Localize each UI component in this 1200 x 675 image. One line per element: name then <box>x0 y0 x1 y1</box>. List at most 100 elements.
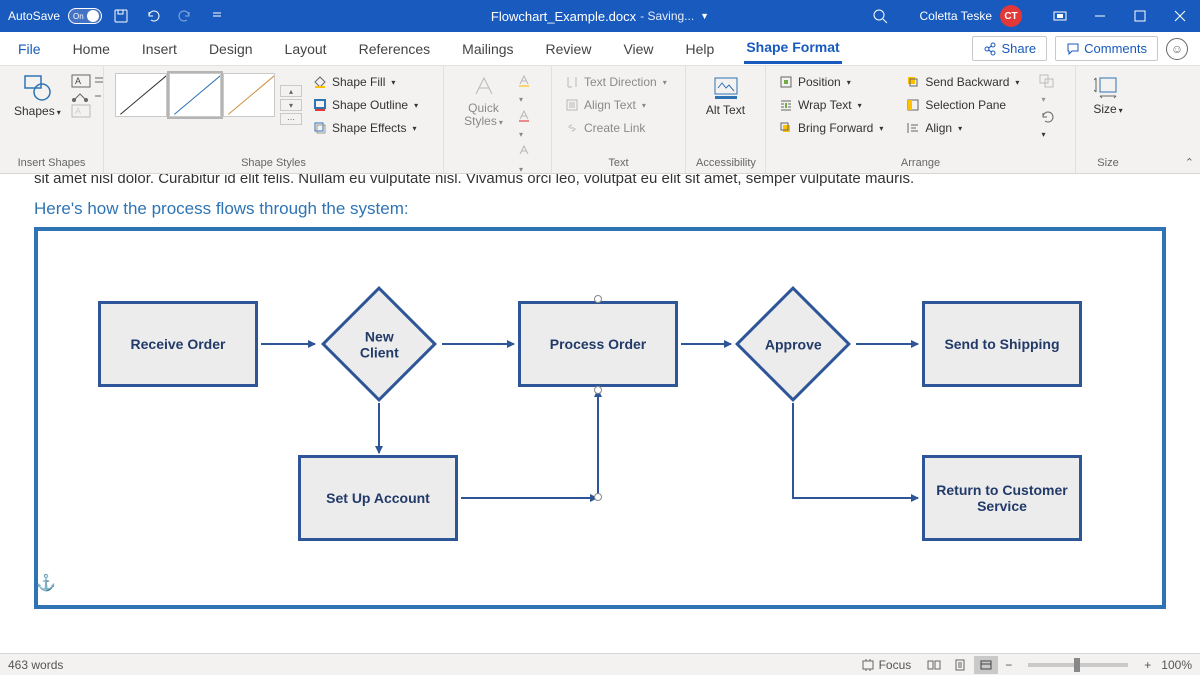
alt-text-button[interactable]: Alt Text <box>696 72 755 119</box>
tab-help[interactable]: Help <box>684 35 717 63</box>
connector[interactable] <box>442 343 514 345</box>
shape-effects-label: Shape Effects <box>332 121 407 135</box>
group-accessibility: Accessibility <box>696 157 755 171</box>
tab-review[interactable]: Review <box>544 35 594 63</box>
wrap-text-button[interactable]: Wrap Text▾ <box>776 95 885 115</box>
node-send-shipping[interactable]: Send to Shipping <box>922 301 1082 387</box>
web-layout-icon[interactable] <box>974 656 998 674</box>
connector[interactable] <box>792 497 918 499</box>
connector[interactable] <box>378 403 380 453</box>
size-button[interactable]: Size▾ <box>1086 72 1130 118</box>
tab-shape-format[interactable]: Shape Format <box>744 33 841 64</box>
minimize-icon[interactable] <box>1080 0 1120 32</box>
send-backward-button[interactable]: Send Backward ▾ <box>903 72 1021 92</box>
autosave-state: On <box>73 12 84 21</box>
connector-selected[interactable] <box>597 390 599 498</box>
shape-fill-button[interactable]: Shape Fill▾ <box>310 72 420 92</box>
bring-forward-button[interactable]: Bring Forward ▾ <box>776 118 885 138</box>
shape-effects-button[interactable]: Shape Effects▾ <box>310 118 420 138</box>
connector[interactable] <box>792 403 794 497</box>
feedback-icon[interactable]: ☺ <box>1166 38 1188 60</box>
selection-handle[interactable] <box>594 493 602 501</box>
node-new-client[interactable]: New Client <box>321 286 437 402</box>
flowchart-caption: Here's how the process flows through the… <box>0 187 1200 227</box>
ribbon-display-icon[interactable] <box>1040 0 1080 32</box>
zoom-level[interactable]: 100% <box>1161 658 1192 672</box>
node-setup-account[interactable]: Set Up Account <box>298 455 458 541</box>
style-thumb-1[interactable] <box>115 73 167 117</box>
collapse-ribbon-icon[interactable]: ⌃ <box>1185 156 1194 169</box>
print-layout-icon[interactable] <box>948 656 972 674</box>
node-process-order[interactable]: Process Order <box>518 301 678 387</box>
save-icon[interactable] <box>108 4 134 28</box>
align-text-button[interactable]: Align Text▾ <box>562 95 675 115</box>
search-icon[interactable] <box>866 2 894 30</box>
node-return-customer[interactable]: Return to Customer Service <box>922 455 1082 541</box>
shapes-button[interactable]: Shapes▾ <box>10 72 65 120</box>
node-receive-order[interactable]: Receive Order <box>98 301 258 387</box>
zoom-in-button[interactable]: + <box>1138 658 1157 672</box>
avatar[interactable]: CT <box>1000 5 1022 27</box>
rotate-icon[interactable]: ▾ <box>1039 109 1065 140</box>
autosave-toggle[interactable]: On <box>68 8 102 24</box>
connector[interactable] <box>681 343 731 345</box>
merge-shapes-icon[interactable]: A <box>71 104 105 118</box>
position-label: Position <box>798 75 841 89</box>
position-button[interactable]: Position▾ <box>776 72 885 92</box>
word-count[interactable]: 463 words <box>8 658 63 672</box>
zoom-out-button[interactable]: − <box>999 658 1018 672</box>
autosave-label: AutoSave <box>8 9 60 23</box>
edit-shape-icon[interactable] <box>71 89 105 103</box>
tab-mailings[interactable]: Mailings <box>460 35 515 63</box>
selection-handle[interactable] <box>594 295 602 303</box>
comments-button[interactable]: Comments <box>1055 36 1158 61</box>
tab-references[interactable]: References <box>357 35 433 63</box>
read-mode-icon[interactable] <box>922 656 946 674</box>
shape-fill-label: Shape Fill <box>332 75 385 89</box>
shape-outline-button[interactable]: Shape Outline▾ <box>310 95 420 115</box>
tab-insert[interactable]: Insert <box>140 35 179 63</box>
text-outline-icon[interactable]: ▾ <box>517 109 541 140</box>
tab-design[interactable]: Design <box>207 35 255 63</box>
new-client-label: New Client <box>360 328 399 360</box>
selection-handle[interactable] <box>594 386 602 394</box>
close-icon[interactable] <box>1160 0 1200 32</box>
maximize-icon[interactable] <box>1120 0 1160 32</box>
text-direction-button[interactable]: Text Direction▾ <box>562 72 675 92</box>
tab-view[interactable]: View <box>621 35 655 63</box>
zoom-slider[interactable] <box>1028 663 1128 667</box>
size-label: Size <box>1093 102 1116 116</box>
connector[interactable] <box>261 343 315 345</box>
focus-label: Focus <box>879 658 912 672</box>
group-arrange: Arrange <box>776 157 1065 171</box>
drawing-canvas[interactable]: Receive Order Process Order Send to Ship… <box>34 227 1166 609</box>
style-thumb-3[interactable] <box>223 73 275 117</box>
selection-pane-button[interactable]: Selection Pane <box>903 95 1021 115</box>
title-bar: AutoSave On Flowchart_Example.docx - Sav… <box>0 0 1200 32</box>
group-text: Text <box>562 157 675 171</box>
tab-layout[interactable]: Layout <box>283 35 329 63</box>
user-name[interactable]: Coletta Teske <box>920 9 993 23</box>
create-link-button[interactable]: Create Link <box>562 118 675 138</box>
tab-file[interactable]: File <box>16 35 43 63</box>
quick-styles-button[interactable]: Quick Styles▾ <box>454 72 513 175</box>
textbox-icon[interactable]: A <box>71 74 105 88</box>
text-fill-icon[interactable]: ▾ <box>517 74 541 105</box>
send-backward-label: Send Backward <box>925 75 1009 89</box>
connector[interactable] <box>856 343 918 345</box>
tab-home[interactable]: Home <box>71 35 112 63</box>
alt-text-label: Alt Text <box>706 104 745 117</box>
style-gallery-nav[interactable]: ▴▾⋯ <box>280 72 302 138</box>
style-thumb-2[interactable] <box>169 73 221 117</box>
undo-icon[interactable] <box>140 4 166 28</box>
focus-mode-button[interactable]: Focus <box>861 658 912 672</box>
text-effects-icon[interactable]: ▾ <box>517 144 541 175</box>
redo-icon[interactable] <box>172 4 198 28</box>
comments-label: Comments <box>1084 41 1147 56</box>
node-approve[interactable]: Approve <box>735 286 851 402</box>
document-title: Flowchart_Example.docx <box>491 9 636 24</box>
group-icon[interactable]: ▾ <box>1039 74 1065 105</box>
qat-customize-icon[interactable] <box>204 4 230 28</box>
align-button[interactable]: Align▾ <box>903 118 1021 138</box>
share-button[interactable]: Share <box>972 36 1047 61</box>
